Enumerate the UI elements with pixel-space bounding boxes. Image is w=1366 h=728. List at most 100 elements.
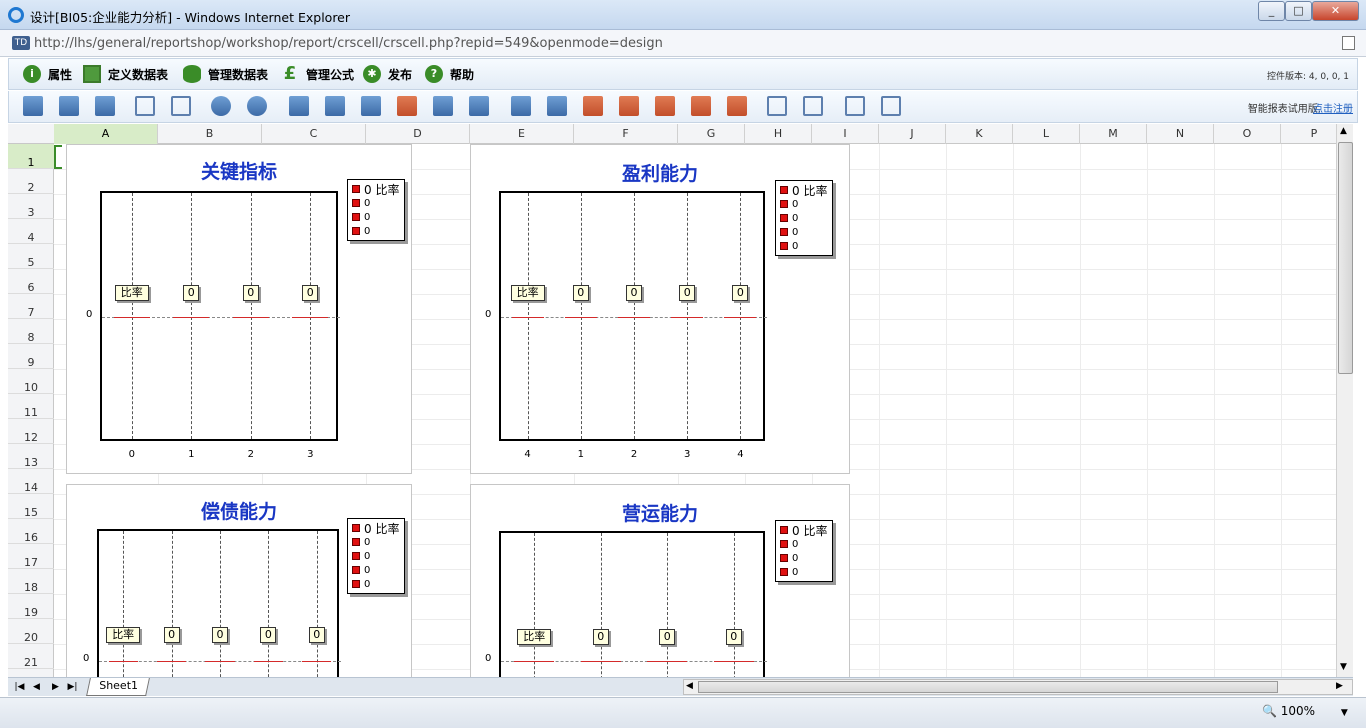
bar: [173, 317, 210, 318]
register-link[interactable]: 点击注册: [1313, 100, 1353, 115]
chart-panel-3[interactable]: 偿债能力 比率 0 0 0 0 0 0 比率 0 0 0 0: [66, 484, 412, 677]
data-label: 0: [308, 627, 325, 643]
legend-label: 0: [364, 550, 371, 562]
legend-item: 0: [348, 535, 404, 549]
legend-swatch: [780, 540, 788, 548]
unmerge-cells-icon[interactable]: [547, 96, 567, 116]
insert-column-icon[interactable]: [655, 96, 675, 116]
prev-sheet-icon[interactable]: ◀: [29, 680, 44, 694]
vertical-scrollbar[interactable]: ▲ ▼: [1336, 124, 1353, 677]
menu-manage-datatable[interactable]: 管理数据表: [183, 59, 268, 89]
grid-line: [191, 193, 193, 439]
x-tick-label: 4: [737, 449, 744, 460]
chevron-down-icon[interactable]: ▼: [1341, 708, 1348, 718]
menu-manage-formula[interactable]: £ 管理公式: [281, 59, 354, 89]
edit-settings-icon[interactable]: [881, 96, 901, 116]
grid-line: [580, 193, 582, 439]
scroll-right-icon[interactable]: ▶: [1336, 681, 1343, 691]
chart-panel-4[interactable]: 营运能力 比率 0 0 0 0 0 比率 0 0 0: [470, 484, 850, 677]
window-titlebar: 设计[BI05:企业能力分析] - Windows Internet Explo…: [0, 0, 1366, 30]
bar: [232, 317, 269, 318]
close-button[interactable]: ✕: [1312, 1, 1359, 21]
menu-help[interactable]: ? 帮助: [425, 59, 474, 89]
scroll-up-icon[interactable]: ▲: [1340, 126, 1347, 136]
grid-vline: [1147, 144, 1148, 677]
page-icon[interactable]: [1342, 36, 1355, 50]
legend-swatch: [780, 200, 788, 208]
x-tick-label: 4: [524, 449, 531, 460]
grid-line: [527, 193, 529, 439]
menu-publish[interactable]: ✱ 发布: [363, 59, 412, 89]
address-url[interactable]: http://lhs/general/reportshop/workshop/r…: [34, 36, 663, 51]
maximize-button[interactable]: □: [1285, 1, 1312, 21]
bar: [253, 661, 283, 662]
scroll-down-icon[interactable]: ▼: [1340, 662, 1347, 672]
insert-chart-image-icon[interactable]: [171, 96, 191, 116]
chart-panel-2[interactable]: 盈利能力 比率 0 0 0 0 0 4 1 2 3 4 0 比率 0 0 0 0: [470, 144, 850, 474]
first-sheet-icon[interactable]: |◀: [12, 680, 27, 694]
control-version: 控件版本: 4, 0, 0, 1: [1267, 72, 1349, 82]
menu-label: 发布: [388, 67, 413, 82]
protect-sheet-icon[interactable]: [845, 96, 865, 116]
y-tick-label: 0: [485, 653, 492, 664]
address-bar[interactable]: TD http://lhs/general/reportshop/worksho…: [0, 30, 1366, 57]
redo-icon[interactable]: [247, 96, 267, 116]
data-label: 0: [163, 627, 180, 643]
import-icon[interactable]: [95, 96, 115, 116]
cut-icon[interactable]: [397, 96, 417, 116]
copy-icon[interactable]: [433, 96, 453, 116]
legend-swatch: [352, 566, 360, 574]
menu-label: 管理数据表: [208, 67, 269, 82]
spreadsheet-grid[interactable]: ABCDEFGHIJKLMNOP 1 2 3 4 5 6 7 8 9 10 11 12 13 14 15 16…: [8, 124, 1336, 677]
undo-icon[interactable]: [211, 96, 231, 116]
grid-line: [534, 533, 536, 677]
last-sheet-icon[interactable]: ▶|: [65, 680, 80, 694]
pound-formula-icon: £: [283, 63, 297, 84]
sheet-tab[interactable]: Sheet1: [86, 678, 150, 696]
window-title: 设计[BI05:企业能力分析] - Windows Internet Explo…: [30, 10, 351, 25]
page-setup-icon[interactable]: [289, 96, 309, 116]
delete-column-icon[interactable]: [691, 96, 711, 116]
save-icon[interactable]: [23, 96, 43, 116]
x-tick-label: 2: [630, 449, 638, 460]
x-tick-label: 1: [188, 449, 195, 460]
insert-image-icon[interactable]: [135, 96, 155, 116]
export-icon[interactable]: [59, 96, 79, 116]
menu-define-datatable[interactable]: 定义数据表: [83, 59, 168, 89]
grid-line: [687, 193, 689, 439]
data-label: 比率: [510, 285, 545, 301]
bar: [724, 317, 757, 318]
horizontal-scrollbar[interactable]: ◀ ▶: [683, 679, 1353, 695]
legend-label: 0 比率: [792, 523, 828, 538]
bar: [580, 661, 621, 662]
bar-chart-icon[interactable]: [803, 96, 823, 116]
menu-properties[interactable]: i 属性: [23, 59, 72, 89]
legend-item: 0 比率: [348, 521, 404, 536]
x-tick-label: 1: [577, 449, 584, 460]
plot-area: 比率 0 0 0 0: [499, 191, 767, 441]
insert-row-icon[interactable]: [583, 96, 603, 116]
vertical-scroll-thumb[interactable]: [1338, 142, 1353, 374]
bar: [292, 317, 329, 318]
legend-label: 0: [792, 538, 799, 550]
chart-panel-1[interactable]: 关键指标 比率 0 0 0 0 0 1 2 3 0 比率 0 0 0: [66, 144, 412, 474]
ie-logo-icon: [8, 7, 24, 23]
paste-icon[interactable]: [469, 96, 489, 116]
print-icon[interactable]: [361, 96, 381, 116]
gear-publish-icon: ✱: [363, 65, 381, 83]
minimize-button[interactable]: _: [1258, 1, 1285, 21]
delete-row-icon[interactable]: [619, 96, 639, 116]
grid-table-icon[interactable]: [767, 96, 787, 116]
legend-item: 0: [348, 196, 404, 210]
scroll-left-icon[interactable]: ◀: [686, 681, 693, 691]
zoom-control[interactable]: 🔍 100% ▼: [1262, 704, 1348, 718]
horizontal-scroll-thumb[interactable]: [698, 681, 1278, 693]
merge-cells-icon[interactable]: [511, 96, 531, 116]
next-sheet-icon[interactable]: ▶: [48, 680, 63, 694]
legend-swatch: [352, 552, 360, 560]
database-icon: [183, 65, 201, 83]
legend-swatch: [780, 242, 788, 250]
data-label: 0: [260, 627, 277, 643]
column-chart-icon[interactable]: [727, 96, 747, 116]
print-preview-icon[interactable]: [325, 96, 345, 116]
